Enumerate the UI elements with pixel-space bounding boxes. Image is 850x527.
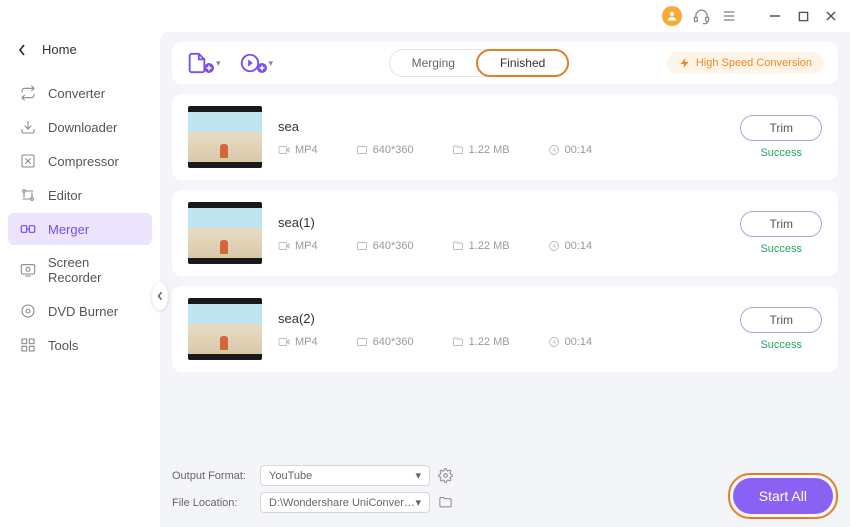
clock-icon <box>548 144 560 156</box>
video-thumbnail[interactable] <box>188 202 262 264</box>
clock-icon <box>548 240 560 252</box>
sidebar-item-label: Compressor <box>48 154 119 169</box>
content-area: ▾ ▾ Merging Finished High Speed Conversi… <box>160 32 850 527</box>
home-label: Home <box>42 42 77 57</box>
toolbar: ▾ ▾ Merging Finished High Speed Conversi… <box>172 42 838 84</box>
file-row: sea(2) MP4 640*360 1.22 MB 00:14 Trim Su… <box>172 286 838 372</box>
user-avatar[interactable] <box>662 6 682 26</box>
headset-icon[interactable] <box>692 7 710 25</box>
sidebar-item-label: Downloader <box>48 120 117 135</box>
output-format-select[interactable]: YouTube ▾ <box>260 465 430 486</box>
video-thumbnail[interactable] <box>188 106 262 168</box>
status-text: Success <box>760 147 802 159</box>
trim-button[interactable]: Trim <box>740 211 822 237</box>
file-name: sea(1) <box>278 215 724 230</box>
trim-button[interactable]: Trim <box>740 307 822 333</box>
trim-button[interactable]: Trim <box>740 115 822 141</box>
converter-icon <box>20 85 36 101</box>
sidebar-item-downloader[interactable]: Downloader <box>8 111 152 143</box>
compressor-icon <box>20 153 36 169</box>
high-speed-conversion-badge[interactable]: High Speed Conversion <box>667 52 824 74</box>
file-location-select[interactable]: D:\Wondershare UniConverter 1 ▾ <box>260 492 430 513</box>
close-button[interactable] <box>822 7 840 25</box>
sidebar-item-label: Screen Recorder <box>48 255 140 285</box>
sidebar-item-editor[interactable]: Editor <box>8 179 152 211</box>
footer: Output Format: YouTube ▾ File Location: … <box>172 457 838 519</box>
dvd-burner-icon <box>20 303 36 319</box>
folder-icon <box>452 336 464 348</box>
menu-icon[interactable] <box>720 7 738 25</box>
start-all-highlight: Start All <box>728 473 838 519</box>
chevron-left-icon <box>18 44 26 56</box>
tools-icon <box>20 337 36 353</box>
merger-icon <box>20 221 36 237</box>
video-icon <box>278 336 290 348</box>
resolution-icon <box>356 240 368 252</box>
tab-group: Merging Finished <box>389 49 570 77</box>
tab-finished[interactable]: Finished <box>476 49 569 77</box>
tab-merging[interactable]: Merging <box>390 50 477 76</box>
sidebar-item-label: Editor <box>48 188 82 203</box>
output-format-label: Output Format: <box>172 470 252 482</box>
home-button[interactable]: Home <box>8 36 152 63</box>
sidebar-item-compressor[interactable]: Compressor <box>8 145 152 177</box>
add-file-button[interactable]: ▾ <box>186 52 221 74</box>
file-row: sea(1) MP4 640*360 1.22 MB 00:14 Trim Su… <box>172 190 838 276</box>
start-all-button[interactable]: Start All <box>733 478 833 514</box>
sidebar-item-tools[interactable]: Tools <box>8 329 152 361</box>
sidebar-item-dvd-burner[interactable]: DVD Burner <box>8 295 152 327</box>
folder-icon <box>452 144 464 156</box>
video-thumbnail[interactable] <box>188 298 262 360</box>
clock-icon <box>548 336 560 348</box>
sidebar-item-screen-recorder[interactable]: Screen Recorder <box>8 247 152 293</box>
sidebar-item-label: DVD Burner <box>48 304 118 319</box>
sidebar-item-label: Converter <box>48 86 105 101</box>
sidebar-item-label: Merger <box>48 222 89 237</box>
sidebar-item-converter[interactable]: Converter <box>8 77 152 109</box>
lightning-icon <box>679 57 691 69</box>
status-text: Success <box>760 339 802 351</box>
chevron-down-icon: ▾ <box>415 496 421 509</box>
open-folder-icon[interactable] <box>438 495 454 510</box>
chevron-down-icon: ▾ <box>415 469 421 482</box>
collapse-sidebar-button[interactable] <box>152 282 168 310</box>
file-name: sea <box>278 119 724 134</box>
resolution-icon <box>356 144 368 156</box>
minimize-button[interactable] <box>766 7 784 25</box>
add-media-button[interactable]: ▾ <box>239 52 274 74</box>
sidebar-item-merger[interactable]: Merger <box>8 213 152 245</box>
settings-icon[interactable] <box>438 468 454 483</box>
maximize-button[interactable] <box>794 7 812 25</box>
sidebar-item-label: Tools <box>48 338 78 353</box>
sidebar: Home Converter Downloader Compressor Edi… <box>0 32 160 527</box>
editor-icon <box>20 187 36 203</box>
status-text: Success <box>760 243 802 255</box>
chevron-down-icon: ▾ <box>269 58 274 69</box>
file-list: sea MP4 640*360 1.22 MB 00:14 Trim Succe… <box>172 94 838 457</box>
folder-icon <box>452 240 464 252</box>
file-location-label: File Location: <box>172 497 252 509</box>
video-icon <box>278 240 290 252</box>
file-name: sea(2) <box>278 311 724 326</box>
screen-recorder-icon <box>20 262 36 278</box>
chevron-down-icon: ▾ <box>216 58 221 69</box>
video-icon <box>278 144 290 156</box>
resolution-icon <box>356 336 368 348</box>
downloader-icon <box>20 119 36 135</box>
file-row: sea MP4 640*360 1.22 MB 00:14 Trim Succe… <box>172 94 838 180</box>
